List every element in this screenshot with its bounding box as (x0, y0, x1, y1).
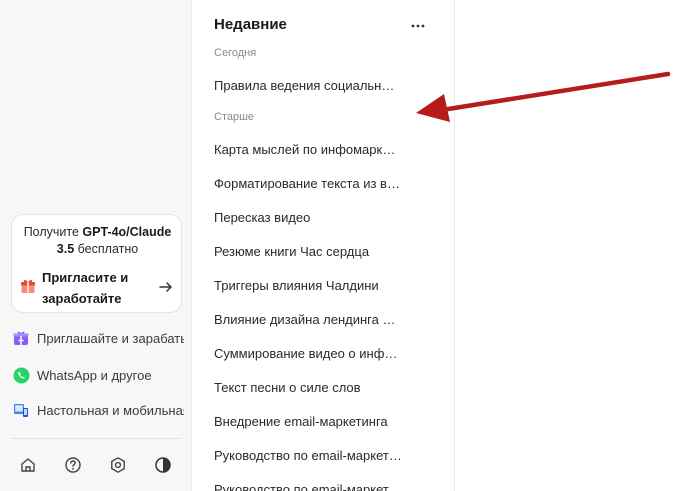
devices-icon (12, 401, 30, 419)
arrow-right-icon[interactable] (158, 279, 174, 295)
sidebar: Получите GPT-4o/Claude 3.5 бесплатно При… (0, 0, 192, 491)
theme-icon[interactable] (154, 456, 172, 474)
history-item[interactable]: Внедрение email-маркетинга (214, 413, 402, 431)
history-item[interactable]: Суммирование видео о инфобизнесе (214, 345, 402, 363)
history-item[interactable]: Карта мыслей по инфомаркетингу (214, 141, 402, 159)
home-icon[interactable] (19, 456, 37, 474)
history-item[interactable]: Влияние дизайна лендинга на конверсию (214, 311, 402, 329)
sidebar-item-whatsapp[interactable]: WhatsApp и другое (12, 362, 184, 388)
history-item[interactable]: Правила ведения социальных сетей (214, 77, 402, 95)
sidebar-divider (11, 438, 182, 439)
history-item[interactable]: Руководство по email-маркетингу (214, 481, 402, 491)
section-label-older: Старше (214, 111, 255, 123)
section-label-today: Сегодня (214, 47, 257, 59)
history-title: Недавние (214, 16, 287, 33)
sidebar-item-label: Настольная и мобильная (37, 402, 184, 418)
sidebar-item-invite[interactable]: Приглашайте и зарабатывайте (12, 325, 184, 351)
promo-card: Получите GPT-4o/Claude 3.5 бесплатно При… (11, 214, 182, 313)
history-item[interactable]: Триггеры влияния Чалдини (214, 277, 402, 295)
history-item[interactable]: Пересказ видео (214, 209, 402, 227)
gift-icon (21, 280, 35, 293)
sidebar-item-label: WhatsApp и другое (37, 367, 152, 383)
invite-icon (12, 329, 30, 347)
invite-earn-label: Пригласите и заработайте (42, 270, 129, 306)
more-icon[interactable] (410, 18, 426, 34)
invite-earn-button[interactable]: Пригласите и заработайте (20, 268, 175, 306)
sidebar-item-label: Приглашайте и зарабатывайте (37, 330, 184, 346)
whatsapp-icon (12, 366, 30, 384)
promo-text: Получите GPT-4o/Claude 3.5 бесплатно (23, 225, 172, 256)
help-icon[interactable] (64, 456, 82, 474)
history-item[interactable]: Текст песни о силе слов (214, 379, 402, 397)
annotation-arrow (416, 71, 671, 122)
history-item[interactable]: Руководство по email-маркетингу (214, 447, 402, 465)
history-item[interactable]: Резюме книги Час сердца (214, 243, 402, 261)
settings-icon[interactable] (109, 456, 127, 474)
history-item[interactable]: Форматирование текста из видео (214, 175, 402, 193)
sidebar-item-desktop-mobile[interactable]: Настольная и мобильная (12, 397, 184, 423)
